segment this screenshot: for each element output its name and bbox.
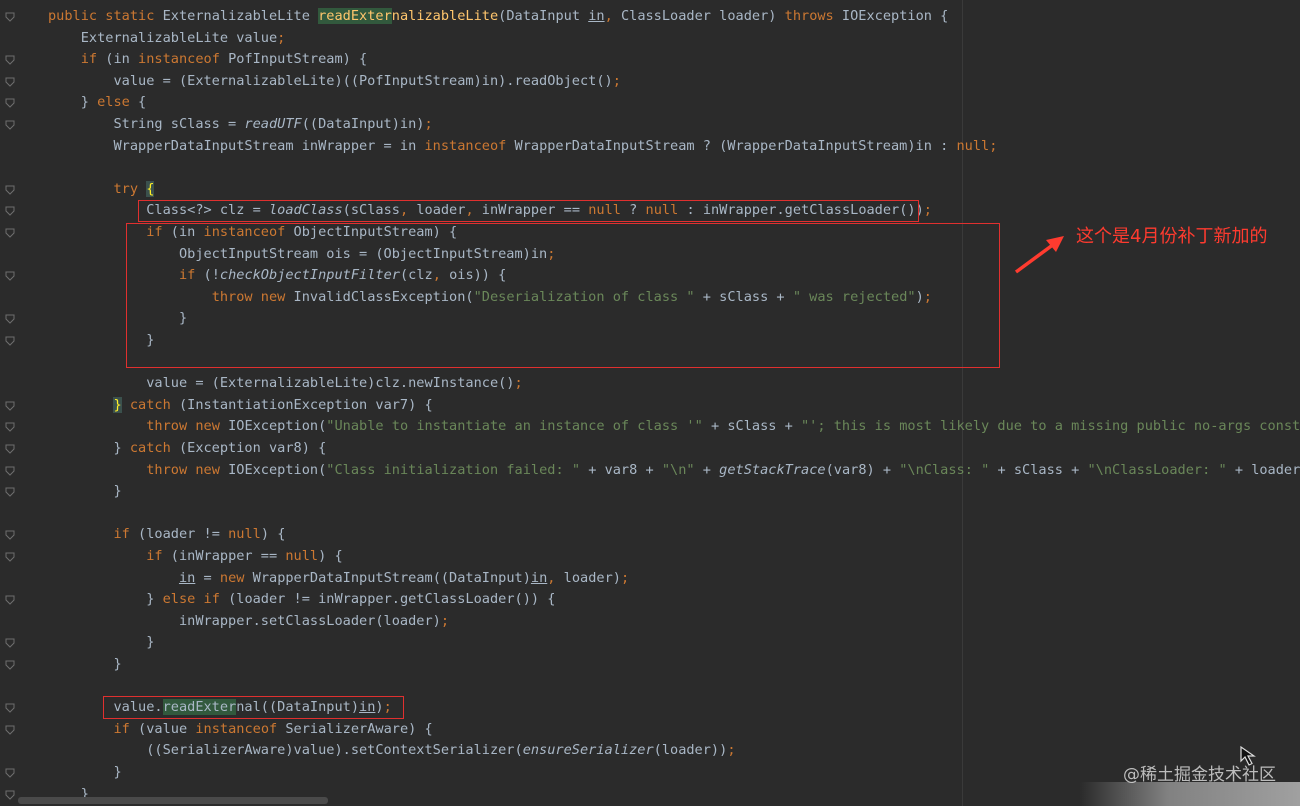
fold-marker-icon[interactable] [5, 487, 15, 497]
blurred-region [1080, 782, 1300, 806]
annotation-note: 这个是4月份补丁新加的 [1076, 226, 1268, 247]
code-line: WrapperDataInputStream inWrapper = in in… [48, 137, 998, 154]
code-line: try { [113, 180, 155, 197]
fold-marker-icon[interactable] [5, 77, 15, 87]
code-line: value = (ExternalizableLite)clz.newInsta… [48, 375, 523, 392]
fold-marker-icon[interactable] [5, 185, 15, 195]
fold-marker-icon[interactable] [5, 314, 15, 325]
fold-marker-icon[interactable] [5, 206, 15, 217]
mouse-cursor-icon [1240, 745, 1256, 766]
code-line: value = (ExternalizableLite)((PofInputSt… [48, 72, 621, 89]
code-line: } [48, 634, 155, 651]
code-line: inWrapper.setClassLoader(loader); [48, 612, 450, 629]
code-line: } [48, 764, 122, 780]
highlight-box-readexternal [103, 696, 404, 719]
fold-marker-icon[interactable] [5, 638, 15, 649]
code-line: String sClass = readUTF((DataInput)in); [48, 116, 433, 132]
code-line: } else if (loader != inWrapper.getClassL… [48, 591, 556, 608]
code-line: if (loader != null) { [113, 526, 286, 543]
fold-marker-icon[interactable] [5, 55, 15, 65]
highlight-box-filter-check [126, 223, 1000, 368]
code-line: } catch (InstantiationException var7) { [113, 396, 433, 413]
code-line: if (value instanceof SerializerAware) { [113, 720, 433, 737]
fold-marker-icon[interactable] [5, 660, 15, 670]
fold-marker-icon[interactable] [5, 768, 15, 778]
highlight-box-loadclass [138, 200, 919, 222]
code-line: throw new IOException("Unable to instant… [146, 418, 1300, 435]
fold-marker-icon[interactable] [5, 422, 15, 433]
code-line: public static ExternalizableLite readExt… [48, 8, 949, 24]
right-margin-guide [962, 0, 963, 806]
fold-marker-icon[interactable] [5, 530, 15, 541]
horizontal-scrollbar[interactable] [18, 797, 328, 804]
fold-marker-icon[interactable] [5, 552, 15, 562]
fold-marker-icon[interactable] [5, 401, 15, 411]
code-line: } [48, 483, 122, 500]
fold-marker-icon[interactable] [5, 790, 15, 800]
code-line: if (in instanceof PofInputStream) { [80, 51, 368, 68]
fold-marker-icon[interactable] [5, 228, 15, 238]
editor-gutter [0, 0, 24, 806]
fold-marker-icon[interactable] [5, 703, 15, 713]
annotation-arrow-icon [1014, 236, 1064, 274]
code-line: ((SerializerAware)value).setContextSeria… [48, 742, 736, 759]
code-line: in = new WrapperDataInputStream((DataInp… [178, 569, 630, 586]
code-editor[interactable]: public static ExternalizableLite readExt… [0, 0, 1300, 806]
code-line: throw new IOException("Class initializat… [146, 461, 1300, 478]
fold-marker-icon[interactable] [5, 12, 15, 22]
code-line: ExternalizableLite value; [48, 29, 286, 46]
fold-marker-icon[interactable] [5, 444, 15, 454]
fold-marker-icon[interactable] [5, 725, 15, 735]
fold-marker-icon[interactable] [5, 120, 15, 130]
fold-marker-icon[interactable] [5, 466, 15, 476]
fold-marker-icon[interactable] [5, 595, 15, 605]
fold-marker-icon[interactable] [5, 98, 15, 109]
code-line: } catch (Exception var8) { [48, 440, 327, 456]
fold-marker-icon[interactable] [5, 271, 15, 281]
code-line: if (inWrapper == null) { [146, 548, 343, 564]
code-line: } [48, 656, 122, 672]
code-line: } else { [48, 94, 147, 111]
fold-marker-icon[interactable] [5, 336, 15, 346]
